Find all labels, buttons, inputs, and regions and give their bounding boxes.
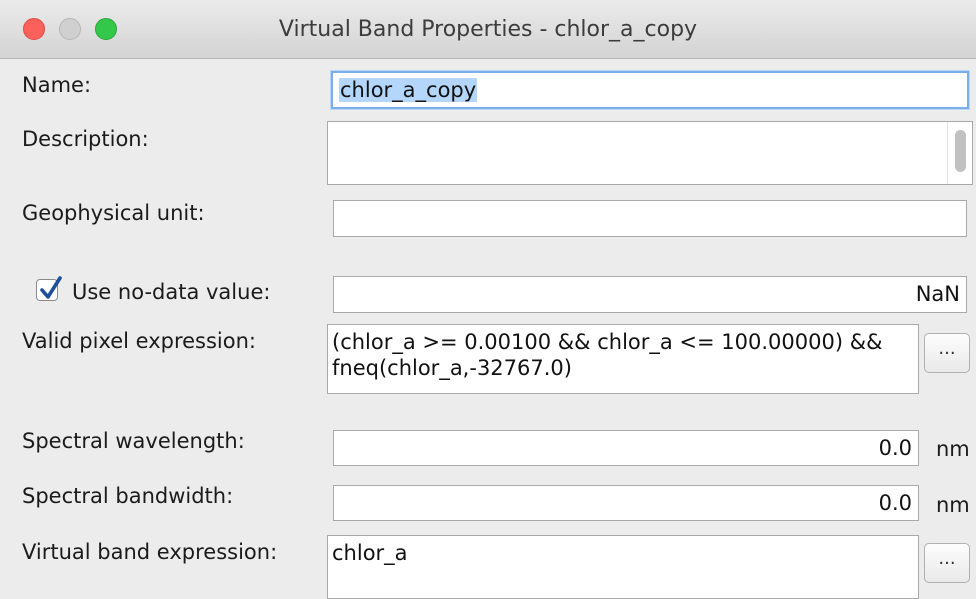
spectral-bandwidth-unit: nm [936,493,970,517]
valid-pixel-expression-textarea[interactable]: (chlor_a >= 0.00100 && chlor_a <= 100.00… [327,324,919,394]
description-textarea[interactable] [327,121,973,185]
checkmark-icon [40,276,62,299]
name-input[interactable]: chlor_a_copy [331,71,969,109]
description-scrollbar[interactable] [955,130,966,172]
description-scroll-track [947,122,948,184]
use-nodata-checkbox[interactable] [36,276,62,301]
title-bar: Virtual Band Properties - chlor_a_copy [0,0,976,59]
valid-pixel-expression-edit-button[interactable]: ... [924,333,970,373]
spectral-wavelength-input[interactable]: 0.0 [333,430,919,466]
name-input-value: chlor_a_copy [339,78,478,102]
spectral-bandwidth-input[interactable]: 0.0 [333,485,919,521]
name-label: Name: [22,73,92,97]
nodata-value-input[interactable]: NaN [333,276,967,313]
spectral-wavelength-label: Spectral wavelength: [22,429,245,453]
use-nodata-label: Use no-data value: [72,280,271,304]
virtual-band-expression-edit-button[interactable]: ... [924,543,970,583]
description-label: Description: [22,127,149,151]
geophysical-unit-input[interactable] [333,200,967,237]
spectral-bandwidth-label: Spectral bandwidth: [22,484,234,508]
window-title: Virtual Band Properties - chlor_a_copy [278,17,698,42]
spectral-wavelength-unit: nm [936,437,970,461]
virtual-band-expression-textarea[interactable]: chlor_a [327,535,919,599]
geophysical-unit-label: Geophysical unit: [22,201,205,225]
valid-pixel-expression-label: Valid pixel expression: [22,329,257,353]
virtual-band-expression-label: Virtual band expression: [22,540,278,564]
